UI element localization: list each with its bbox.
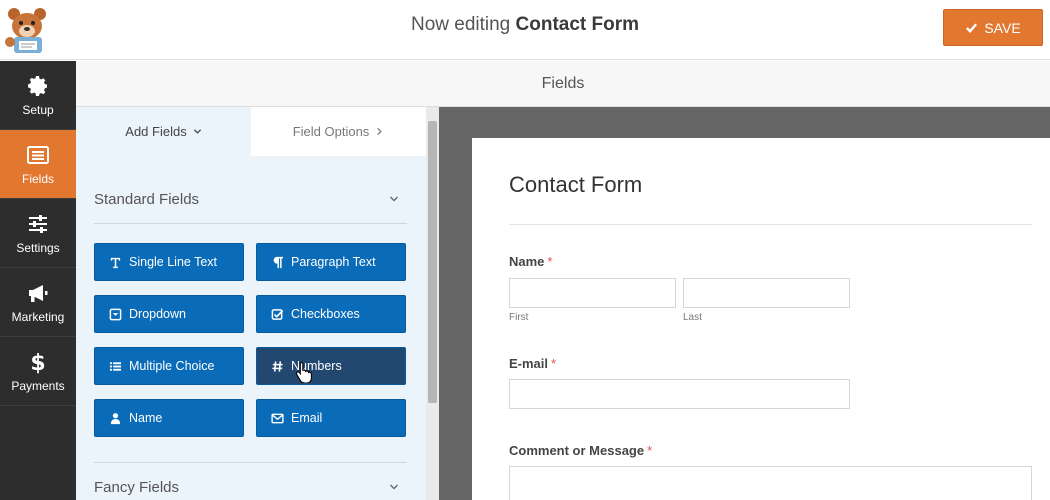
text-icon [110,257,121,268]
chevron-right-icon [377,127,383,136]
sidebar-item-label: Setup [22,102,54,117]
email-label-text: E-mail [509,356,549,371]
comment-label-text: Comment or Message [509,443,645,458]
svg-text:$: $ [30,351,45,374]
form-name: Contact Form [515,14,640,35]
field-button-label: Paragraph Text [291,255,376,269]
name-label-text: Name [509,254,545,269]
required-mark: * [551,356,557,371]
name-button[interactable]: Name [94,399,244,437]
fancy-fields-title: Fancy Fields [94,478,180,496]
dollar-icon: $ [30,351,45,374]
tab-label: Field Options [292,124,370,139]
form-divider [509,224,1032,225]
dropdown-icon [109,308,122,320]
sidebar-item-label: Payments [11,378,65,393]
standard-fields-header[interactable]: Standard Fields [94,179,407,219]
form-title: Contact Form [509,172,643,197]
email-input[interactable] [509,379,850,409]
sidebar-item-label: Marketing [11,309,65,324]
hand-cursor-icon [295,361,312,383]
required-mark: * [547,254,553,269]
paragraph-text-button[interactable]: Paragraph Text [256,243,406,281]
panel-tabs: Add Fields Field Options [76,107,426,156]
save-button-label: SAVE [984,19,1021,36]
gear-icon [28,75,47,96]
multiple-choice-button[interactable]: Multiple Choice [94,347,244,385]
save-button[interactable]: SAVE [943,9,1043,46]
user-icon [110,412,121,424]
tab-field-options[interactable]: Field Options [251,107,426,156]
sidebar-item-label: Settings [16,240,60,255]
field-button-label: Checkboxes [291,307,360,321]
single-line-text-button[interactable]: Single Line Text [94,243,244,281]
section-header: Fields [76,61,1050,107]
first-sublabel: First [509,312,529,323]
sidebar-item-payments[interactable]: $ Payments [0,337,76,406]
top-bar: Now editing Contact Form SAVE [0,0,1050,60]
scrollbar-thumb[interactable] [428,121,437,403]
sidebar-item-settings[interactable]: Settings [0,199,76,268]
panel-scrollbar[interactable] [426,107,439,500]
first-name-input[interactable] [509,278,676,308]
chevron-down-icon [390,196,398,202]
checkbox-icon [271,308,284,320]
title-prefix: Now editing [410,14,511,35]
sidebar-item-label: Fields [21,171,54,186]
dropdown-button[interactable]: Dropdown [94,295,244,333]
chevron-down-icon [193,129,201,134]
comment-textarea[interactable] [509,466,1032,500]
comment-field-label: Comment or Message * [509,443,652,458]
checkboxes-button[interactable]: Checkboxes [256,295,406,333]
email-button[interactable]: Email [256,399,406,437]
sidebar: Setup Fields Settings Marketing $ Paymen… [0,61,76,500]
fancy-fields-header[interactable]: Fancy Fields [94,467,407,500]
field-button-label: Single Line Text [129,255,218,269]
tab-label: Add Fields [125,124,187,139]
chevron-down-icon [390,484,398,490]
divider [94,223,407,224]
tab-add-fields[interactable]: Add Fields [76,107,251,156]
paragraph-icon [273,256,284,268]
field-button-label: Multiple Choice [129,359,215,373]
check-icon [966,23,978,33]
standard-fields-title: Standard Fields [94,190,200,208]
field-button-label: Email [291,411,323,425]
divider [94,462,407,463]
field-button-label: Dropdown [129,307,186,321]
list-icon [27,145,49,164]
sidebar-item-setup[interactable]: Setup [0,61,76,130]
megaphone-icon [29,284,48,302]
fields-panel: Add Fields Field Options Standard Fields… [76,107,426,500]
sliders-icon [29,214,47,233]
numbers-button[interactable]: Numbers [256,347,406,385]
hash-icon [272,360,283,372]
list-bullets-icon [109,361,122,371]
envelope-icon [271,413,284,423]
name-field-label: Name * [509,254,552,269]
sidebar-item-fields[interactable]: Fields [0,130,76,199]
email-field-label: E-mail * [509,356,556,371]
sidebar-item-marketing[interactable]: Marketing [0,268,76,337]
required-mark: * [647,443,653,458]
last-name-input[interactable] [683,278,850,308]
last-sublabel: Last [683,312,702,323]
page-title: Now editing Contact Form [0,14,1050,36]
field-button-label: Name [129,411,163,425]
